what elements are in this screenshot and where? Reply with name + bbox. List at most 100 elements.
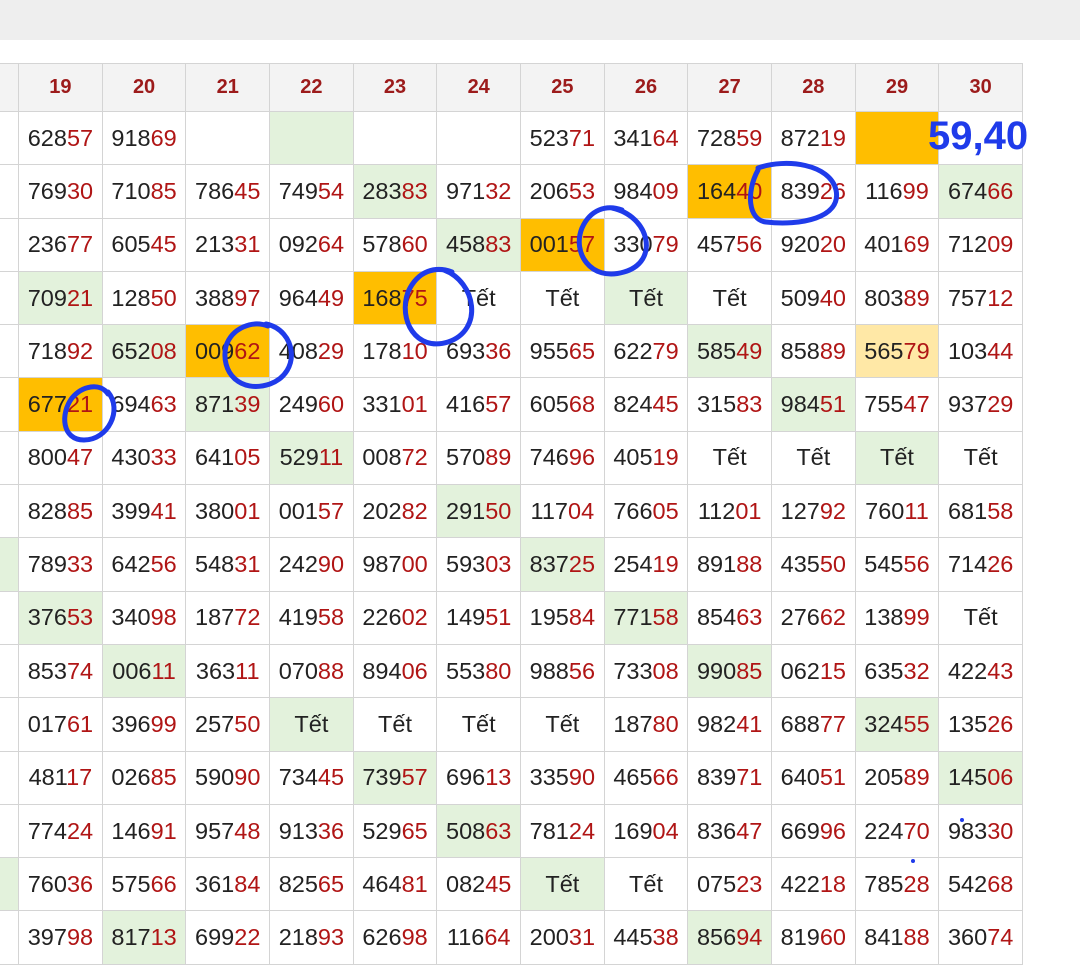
result-cell[interactable]: 73445 [269,750,354,805]
result-cell[interactable]: 69463 [101,377,187,432]
result-cell[interactable]: 85 [0,750,20,805]
result-cell[interactable]: 33101 [352,377,438,432]
result-cell[interactable]: 77424 [18,803,103,859]
result-cell[interactable]: 21331 [185,217,271,272]
column-header-28[interactable]: 28 [770,63,856,112]
result-cell[interactable]: 57566 [101,857,187,912]
result-cell[interactable]: 84 [0,164,20,219]
result-cell[interactable]: 40829 [269,324,354,379]
result-cell[interactable]: 75547 [854,377,940,432]
result-cell[interactable] [185,110,271,166]
result-cell[interactable]: 11201 [687,484,772,539]
result-cell[interactable]: 52965 [352,803,438,859]
result-cell[interactable]: 06 [0,270,20,326]
result-cell[interactable]: 75712 [938,270,1023,326]
result-cell[interactable]: 46481 [352,857,438,912]
result-cell[interactable]: 57860 [352,217,438,272]
result-cell[interactable]: 37653 [18,590,103,645]
result-cell[interactable]: 63532 [854,643,940,699]
result-cell[interactable]: 91869 [101,110,187,166]
result-cell[interactable]: 14691 [101,803,187,859]
result-cell[interactable]: Tết [520,857,605,912]
result-cell[interactable]: 78124 [520,803,605,859]
result-cell[interactable]: 98700 [352,537,438,592]
result-cell[interactable]: 42218 [770,857,856,912]
result-cell[interactable]: 00611 [101,643,187,699]
result-cell[interactable]: 24960 [269,377,354,432]
result-cell[interactable] [854,110,940,166]
result-cell[interactable]: 60545 [101,217,187,272]
result-cell[interactable]: 18772 [185,590,271,645]
result-cell[interactable]: 89406 [352,643,438,699]
result-cell[interactable]: 82565 [269,857,354,912]
result-cell[interactable]: 98330 [938,803,1023,859]
result-cell[interactable]: 71085 [101,164,187,219]
result-cell[interactable]: 38897 [185,270,271,326]
result-cell[interactable]: 59303 [436,537,522,592]
result-cell[interactable]: 18780 [603,697,689,752]
result-cell[interactable]: 78528 [854,857,940,912]
result-cell[interactable]: 30 [0,910,20,965]
result-cell[interactable]: 65208 [101,324,187,379]
result-cell[interactable]: 98451 [770,377,856,432]
result-cell[interactable]: 80047 [18,430,103,486]
result-cell[interactable]: 20282 [352,484,438,539]
result-cell[interactable] [436,110,522,166]
result-cell[interactable]: 06215 [770,643,856,699]
result-cell[interactable]: 45883 [436,217,522,272]
lottery-table-container[interactable]: 18192021222324252627282930 8262857918695… [0,63,1080,965]
result-cell[interactable]: 77158 [603,590,689,645]
result-cell[interactable]: 39941 [101,484,187,539]
result-cell[interactable]: 28383 [352,164,438,219]
result-cell[interactable]: 39699 [101,697,187,752]
result-cell[interactable]: 38001 [185,484,271,539]
result-cell[interactable]: Tết [436,697,522,752]
result-cell[interactable]: 36184 [185,857,271,912]
result-cell[interactable]: 54268 [938,857,1023,912]
result-cell[interactable]: 52371 [520,110,605,166]
column-header-24[interactable]: 24 [436,63,522,112]
result-cell[interactable]: 16440 [687,164,772,219]
result-cell[interactable]: 32 [0,803,20,859]
result-cell[interactable]: 67721 [18,377,103,432]
result-cell[interactable] [352,110,438,166]
result-cell[interactable]: 85889 [770,324,856,379]
result-cell[interactable]: 16875 [352,270,438,326]
column-header-19[interactable]: 19 [18,63,103,112]
result-cell[interactable]: 25750 [185,697,271,752]
result-cell[interactable]: 40169 [854,217,940,272]
result-cell[interactable]: 52911 [269,430,354,486]
result-cell[interactable]: 64105 [185,430,271,486]
result-cell[interactable]: 54831 [185,537,271,592]
result-cell[interactable]: 97132 [436,164,522,219]
result-cell[interactable]: 50863 [436,803,522,859]
column-header-25[interactable]: 25 [520,63,605,112]
result-cell[interactable]: Tết [520,270,605,326]
result-cell[interactable]: 13899 [854,590,940,645]
result-cell[interactable]: 95565 [520,324,605,379]
result-cell[interactable]: 60568 [520,377,605,432]
result-cell[interactable]: 12850 [101,270,187,326]
result-cell[interactable]: 32455 [854,697,940,752]
result-cell[interactable]: 09264 [269,217,354,272]
result-cell[interactable]: 56579 [854,324,940,379]
result-cell[interactable]: 14 [0,643,20,699]
result-cell[interactable]: 11699 [854,164,940,219]
result-cell[interactable]: 36074 [938,910,1023,965]
column-header-29[interactable]: 29 [854,63,940,112]
result-cell[interactable]: 76930 [18,164,103,219]
result-cell[interactable]: 58 [0,537,20,592]
result-cell[interactable]: Tết [938,430,1023,486]
result-cell[interactable]: 06 [0,484,20,539]
result-cell[interactable]: 59090 [185,750,271,805]
result-cell[interactable]: 98856 [520,643,605,699]
column-header-27[interactable]: 27 [687,63,772,112]
result-cell[interactable]: 62698 [352,910,438,965]
result-cell[interactable]: 69336 [436,324,522,379]
result-cell[interactable]: 17810 [352,324,438,379]
result-cell[interactable]: 01761 [18,697,103,752]
result-cell[interactable]: 64256 [101,537,187,592]
result-cell[interactable]: Tết [854,430,940,486]
column-header-21[interactable]: 21 [185,63,271,112]
result-cell[interactable]: 78 [0,697,20,752]
